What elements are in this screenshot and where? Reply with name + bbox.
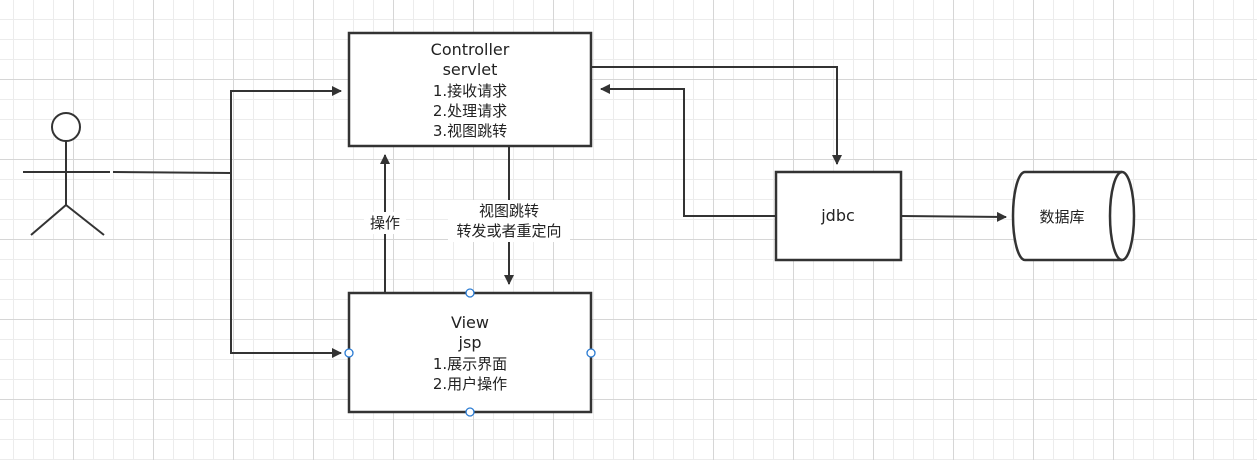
controller-line-3: 3.视图跳转: [433, 122, 507, 140]
edge-actor-controller: [230, 86, 342, 173]
controller-line-1: 1.接收请求: [433, 82, 507, 100]
handle-right: [586, 348, 596, 358]
edge-jdbc-database: [900, 211, 1007, 222]
actor-connector: [112, 171, 232, 174]
database-label: 数据库: [1039, 208, 1084, 226]
controller-line-2: 2.处理请求: [433, 102, 507, 120]
handle-left: [344, 348, 354, 358]
view-line-2: 2.用户操作: [433, 375, 507, 393]
view-box[interactable]: [347, 291, 593, 414]
view-line-1: 1.展示界面: [433, 355, 507, 373]
edge-label-view-jump: 视图跳转: [479, 202, 539, 220]
handle-bottom: [465, 407, 475, 417]
controller-subtitle: servlet: [443, 60, 498, 79]
edge-controller-jdbc: [592, 66, 842, 165]
architecture-diagram: Controller servlet 1.接收请求 2.处理请求 3.视图跳转 …: [23, 31, 1136, 417]
controller-title: Controller: [431, 40, 510, 59]
edge-label-operate: 操作: [370, 214, 400, 232]
edge-jdbc-controller: [600, 84, 776, 217]
edge-label-forward-redirect: 转发或者重定向: [456, 222, 561, 240]
jdbc-label: jdbc: [820, 206, 855, 225]
view-subtitle: jsp: [458, 333, 482, 352]
user-actor-icon: [23, 112, 110, 236]
handle-top: [465, 288, 475, 298]
view-title: View: [451, 313, 489, 332]
edge-actor-view: [230, 173, 342, 358]
